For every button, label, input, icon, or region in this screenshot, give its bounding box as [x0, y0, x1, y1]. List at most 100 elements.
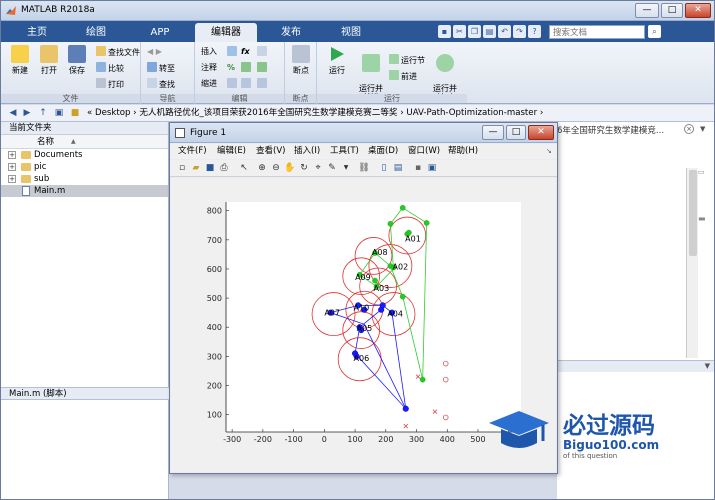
new-figure-icon[interactable]: ▫	[176, 162, 188, 174]
data-cursor-icon[interactable]: ⌖	[312, 162, 324, 174]
insert-more-button[interactable]	[257, 46, 269, 58]
save-button[interactable]: 保存	[63, 45, 91, 75]
expand-icon[interactable]: +	[8, 175, 16, 183]
menu-insert[interactable]: 插入(I)	[294, 146, 320, 157]
redo-icon[interactable]: ↷	[513, 25, 526, 38]
goto-button[interactable]: 转至	[147, 62, 175, 74]
menu-window[interactable]: 窗口(W)	[408, 146, 440, 157]
forward-icon[interactable]: ▶	[21, 107, 33, 119]
save-figure-icon[interactable]: ■	[204, 162, 216, 174]
close-editor-icon[interactable]: ×	[684, 124, 694, 134]
tab-apps[interactable]: APP	[138, 23, 182, 42]
folder-item-documents[interactable]: + Documents	[1, 149, 168, 161]
breakpoints-button[interactable]: 断点	[287, 45, 315, 75]
x-tick-label: 100	[347, 435, 362, 444]
expand-icon[interactable]: +	[8, 163, 16, 171]
tab-home[interactable]: 主页	[15, 23, 59, 42]
pan-icon[interactable]: ✋	[284, 162, 296, 174]
menu-desktop[interactable]: 桌面(D)	[368, 146, 398, 157]
folder-item-sub[interactable]: + sub	[1, 173, 168, 185]
find-button[interactable]: 查找	[147, 78, 175, 90]
new-button[interactable]: 新建	[6, 45, 34, 75]
editor-tab-title[interactable]: 6年全国研究生数学建模竞...	[557, 124, 664, 136]
tab-view[interactable]: 视图	[329, 23, 373, 42]
search-icon[interactable]: ⌕	[648, 25, 661, 38]
increase-indent-button[interactable]	[241, 78, 253, 90]
menu-file[interactable]: 文件(F)	[178, 146, 207, 157]
fx-button[interactable]: fx	[241, 46, 250, 58]
close-button[interactable]: ✕	[685, 3, 711, 18]
brush-dropdown-icon[interactable]: ▼	[340, 162, 352, 174]
up-folder-icon[interactable]: ↑	[37, 107, 49, 119]
figure-maximize-button[interactable]: □	[506, 125, 526, 140]
menu-dock-icon[interactable]: ↘	[546, 146, 552, 157]
copy-icon[interactable]: ❐	[468, 25, 481, 38]
save-label: 保存	[69, 66, 85, 75]
print-figure-icon[interactable]: ⎙	[218, 162, 230, 174]
figure-toolbar: ▫ ▰ ■ ⎙ ↖ ⊕ ⊖ ✋ ↻ ⌖ ✎ ▼ ⛓ ▯ ▤ ▪ ▣	[170, 160, 557, 177]
zoom-out-icon[interactable]: ⊖	[270, 162, 282, 174]
scrollbar-thumb[interactable]	[689, 170, 697, 256]
hide-plot-tools-icon[interactable]: ▪	[412, 162, 424, 174]
open-file-icon[interactable]: ▰	[190, 162, 202, 174]
search-input[interactable]	[549, 25, 645, 39]
current-path[interactable]: « Desktop › 无人机路径优化_该项目荣获2016年全国研究生数学建模竞…	[87, 107, 543, 120]
brush-icon[interactable]: ✎	[326, 162, 338, 174]
m-file-icon	[22, 186, 30, 196]
blue-point	[379, 302, 386, 309]
back-forward-nav[interactable]: ◀ ▶	[147, 46, 162, 58]
menu-edit[interactable]: 编辑(E)	[217, 146, 246, 157]
editor-menu-icon[interactable]: ▼	[700, 125, 705, 133]
smart-indent-button[interactable]	[227, 78, 239, 90]
wrap-comment-button[interactable]	[241, 62, 253, 74]
print-button[interactable]: 打印	[96, 78, 124, 90]
compare-button[interactable]: 比较	[96, 62, 124, 74]
name-column-label: 名称	[37, 137, 55, 147]
split-icon[interactable]: ▭	[698, 168, 705, 176]
y-tick-label: 400	[207, 323, 222, 332]
run-button[interactable]: 运行	[323, 45, 351, 75]
menu-view[interactable]: 查看(V)	[256, 146, 285, 157]
rotate-3d-icon[interactable]: ↻	[298, 162, 310, 174]
tab-publish[interactable]: 发布	[269, 23, 313, 42]
editor-scrollbar[interactable]	[686, 168, 698, 358]
decrease-indent-button[interactable]	[257, 78, 269, 90]
maximize-button[interactable]: □	[661, 3, 683, 18]
name-column-header[interactable]: 名称 ▲	[1, 135, 168, 149]
insert-button[interactable]: 插入	[201, 46, 217, 58]
link-plot-icon[interactable]: ⛓	[358, 162, 370, 174]
indent-button[interactable]: 缩进	[201, 78, 217, 90]
file-item-main[interactable]: Main.m	[1, 185, 168, 197]
zoom-in-icon[interactable]: ⊕	[256, 162, 268, 174]
insert-legend-icon[interactable]: ▤	[392, 162, 404, 174]
show-plot-tools-icon[interactable]: ▣	[426, 162, 438, 174]
threat-label: A03	[374, 284, 390, 293]
open-button[interactable]: 打开	[35, 45, 63, 75]
cut-icon[interactable]: ✂	[453, 25, 466, 38]
tab-editor[interactable]: 编辑器	[195, 23, 257, 42]
folder-item-pic[interactable]: + pic	[1, 161, 168, 173]
insert-colorbar-icon[interactable]: ▯	[378, 162, 390, 174]
paste-icon[interactable]: ▤	[483, 25, 496, 38]
undo-icon[interactable]: ↶	[498, 25, 511, 38]
insert-section-button[interactable]	[227, 46, 239, 58]
comment-button[interactable]: 注释	[201, 62, 217, 74]
save-icon[interactable]: ▪	[438, 25, 451, 38]
uncomment-button[interactable]	[257, 62, 269, 74]
workspace-menu-icon[interactable]: ▼	[705, 362, 710, 370]
tab-plots[interactable]: 绘图	[74, 23, 118, 42]
run-section-button[interactable]: 运行节	[389, 54, 425, 66]
advance-button[interactable]: 前进	[389, 70, 417, 82]
figure-minimize-button[interactable]: —	[482, 125, 504, 140]
figure-close-button[interactable]: ✕	[528, 125, 554, 140]
help-toolbar-icon[interactable]: ?	[528, 25, 541, 38]
minimize-button[interactable]: —	[635, 3, 659, 18]
menu-help[interactable]: 帮助(H)	[448, 146, 478, 157]
menu-tools[interactable]: 工具(T)	[330, 146, 359, 157]
find-files-button[interactable]: 查找文件	[96, 46, 140, 58]
comment-percent-icon[interactable]: %	[227, 62, 235, 74]
browse-folder-icon[interactable]: ▣	[53, 107, 65, 119]
back-icon[interactable]: ◀	[7, 107, 19, 119]
expand-icon[interactable]: +	[8, 151, 16, 159]
edit-plot-icon[interactable]: ↖	[238, 162, 250, 174]
